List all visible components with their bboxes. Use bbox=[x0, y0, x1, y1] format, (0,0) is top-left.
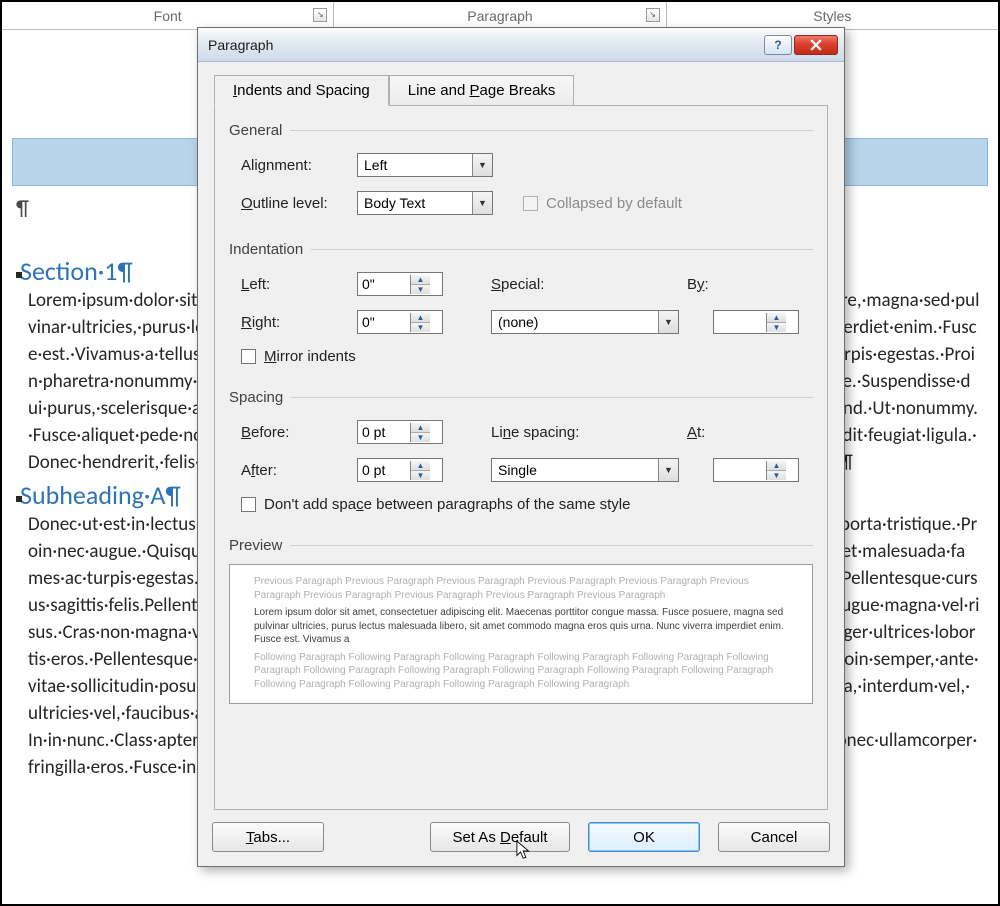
dialog-button-bar: Tabs... Set As Default OK Cancel bbox=[198, 810, 844, 866]
tab-indents-spacing[interactable]: Indents and Spacing bbox=[214, 75, 389, 106]
group-preview: Preview bbox=[229, 537, 813, 554]
paragraph-dialog: Paragraph ? Indents and Spacing Line and… bbox=[197, 27, 845, 867]
spin-up-icon[interactable]: ▲ bbox=[411, 461, 430, 471]
list-bullet bbox=[16, 496, 22, 502]
spin-down-icon[interactable]: ▼ bbox=[411, 285, 430, 294]
preview-following: Following Paragraph Following Paragraph … bbox=[254, 651, 788, 692]
preview-box: Previous Paragraph Previous Paragraph Pr… bbox=[229, 564, 813, 704]
indent-left-input[interactable] bbox=[358, 276, 410, 292]
ribbon-group-styles: Styles bbox=[667, 2, 998, 29]
indent-right-spinner[interactable]: ▲▼ bbox=[357, 310, 443, 334]
indent-right-label: Right: bbox=[241, 314, 349, 331]
ribbon-label: Paragraph bbox=[467, 8, 532, 24]
after-input[interactable] bbox=[358, 462, 410, 478]
spin-down-icon[interactable]: ▼ bbox=[411, 323, 430, 332]
tab-panel: General Alignment: Left ▼ Outline level:… bbox=[214, 105, 828, 810]
chevron-down-icon: ▼ bbox=[472, 192, 492, 214]
group-spacing: Spacing bbox=[229, 389, 813, 406]
checkbox-icon bbox=[523, 196, 538, 211]
dialog-titlebar[interactable]: Paragraph ? bbox=[198, 28, 844, 62]
at-input[interactable] bbox=[714, 462, 766, 478]
tabs-button[interactable]: Tabs... bbox=[212, 822, 324, 852]
spin-down-icon[interactable]: ▼ bbox=[767, 471, 786, 480]
spin-up-icon[interactable]: ▲ bbox=[767, 313, 786, 323]
cancel-button[interactable]: Cancel bbox=[718, 822, 830, 852]
group-general: General bbox=[229, 122, 813, 139]
close-button[interactable] bbox=[794, 35, 838, 55]
ribbon-group-paragraph: Paragraph ↘ bbox=[334, 2, 666, 29]
set-as-default-button[interactable]: Set As Default bbox=[430, 822, 570, 852]
spin-up-icon[interactable]: ▲ bbox=[411, 423, 430, 433]
after-label: After: bbox=[241, 462, 349, 479]
line-spacing-combo[interactable]: Single ▼ bbox=[491, 458, 679, 482]
before-label: Before: bbox=[241, 424, 349, 441]
group-indentation: Indentation bbox=[229, 241, 813, 258]
alignment-label: Alignment: bbox=[241, 157, 349, 174]
checkbox-icon bbox=[241, 497, 256, 512]
chevron-down-icon: ▼ bbox=[658, 311, 678, 333]
spin-up-icon[interactable]: ▲ bbox=[767, 461, 786, 471]
preview-sample: Lorem ipsum dolor sit amet, consectetuer… bbox=[254, 606, 788, 647]
spin-down-icon[interactable]: ▼ bbox=[767, 323, 786, 332]
preview-previous: Previous Paragraph Previous Paragraph Pr… bbox=[254, 575, 788, 602]
indent-left-label: Left: bbox=[241, 276, 349, 293]
line-spacing-label: Line spacing: bbox=[491, 424, 599, 441]
at-spinner[interactable]: ▲▼ bbox=[713, 458, 799, 482]
by-label: By: bbox=[687, 276, 727, 293]
by-spinner[interactable]: ▲▼ bbox=[713, 310, 799, 334]
chevron-down-icon: ▼ bbox=[472, 154, 492, 176]
ok-button[interactable]: OK bbox=[588, 822, 700, 852]
at-label: At: bbox=[687, 424, 727, 441]
dialog-title: Paragraph bbox=[208, 37, 273, 53]
checkbox-icon bbox=[241, 349, 256, 364]
help-button[interactable]: ? bbox=[764, 35, 792, 55]
pilcrow-mark: ¶ bbox=[16, 194, 29, 221]
before-input[interactable] bbox=[358, 424, 410, 440]
alignment-combo[interactable]: Left ▼ bbox=[357, 153, 493, 177]
list-bullet bbox=[16, 272, 22, 278]
ribbon-label: Styles bbox=[813, 8, 851, 24]
by-input[interactable] bbox=[714, 314, 766, 330]
dialog-tabs: Indents and Spacing Line and Page Breaks bbox=[214, 74, 828, 105]
special-label: Special: bbox=[491, 276, 563, 293]
spin-up-icon[interactable]: ▲ bbox=[411, 313, 430, 323]
after-spinner[interactable]: ▲▼ bbox=[357, 458, 443, 482]
chevron-down-icon: ▼ bbox=[658, 459, 678, 481]
spin-up-icon[interactable]: ▲ bbox=[411, 275, 430, 285]
before-spinner[interactable]: ▲▼ bbox=[357, 420, 443, 444]
spin-down-icon[interactable]: ▼ bbox=[411, 471, 430, 480]
special-combo[interactable]: (none) ▼ bbox=[491, 310, 679, 334]
mirror-indents-checkbox[interactable]: Mirror indents bbox=[241, 348, 356, 365]
no-space-same-style-checkbox[interactable]: Don't add space between paragraphs of th… bbox=[241, 496, 630, 513]
close-icon bbox=[810, 39, 822, 51]
ribbon-group-font: Font ↘ bbox=[2, 2, 334, 29]
spin-down-icon[interactable]: ▼ bbox=[411, 433, 430, 442]
outline-level-combo[interactable]: Body Text ▼ bbox=[357, 191, 493, 215]
indent-right-input[interactable] bbox=[358, 314, 410, 330]
dialog-launcher-icon[interactable]: ↘ bbox=[313, 8, 327, 22]
tab-line-page-breaks[interactable]: Line and Page Breaks bbox=[389, 75, 575, 106]
collapsed-checkbox: Collapsed by default bbox=[523, 195, 682, 212]
dialog-launcher-icon[interactable]: ↘ bbox=[646, 8, 660, 22]
ribbon: Font ↘ Paragraph ↘ Styles bbox=[2, 2, 998, 30]
outline-level-label: Outline level: bbox=[241, 195, 349, 212]
indent-left-spinner[interactable]: ▲▼ bbox=[357, 272, 443, 296]
ribbon-label: Font bbox=[154, 8, 182, 24]
